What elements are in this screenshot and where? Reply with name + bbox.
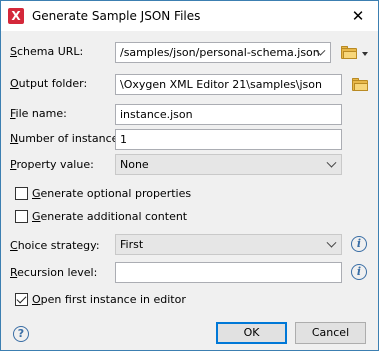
cancel-button[interactable]: Cancel <box>295 322 366 344</box>
folder-icon[interactable] <box>352 78 368 91</box>
choice-strategy-value: First <box>120 238 144 251</box>
chevron-down-icon <box>326 237 337 248</box>
generate-optional-checkbox[interactable] <box>15 187 28 200</box>
open-first-label: Open first instance in editor <box>32 293 186 306</box>
property-value-combo[interactable]: None <box>115 154 342 175</box>
close-button[interactable]: ✕ <box>349 7 367 25</box>
info-icon[interactable]: i <box>351 236 367 252</box>
recursion-level-label: Recursion level: <box>10 266 98 279</box>
generate-additional-label: Generate additional content <box>32 210 188 223</box>
choice-strategy-combo[interactable]: First <box>115 234 342 255</box>
choice-strategy-label: Choice strategy: <box>10 239 100 252</box>
caret-down-icon[interactable] <box>362 52 368 56</box>
title-bar: X Generate Sample JSON Files ✕ <box>1 1 378 31</box>
schema-url-combo[interactable]: /samples/json/personal-schema.json <box>115 42 331 63</box>
number-of-instances-input[interactable]: 1 <box>115 129 342 150</box>
dialog-content: Schema URL: /samples/json/personal-schem… <box>1 31 378 350</box>
file-name-input[interactable]: instance.json <box>115 104 342 125</box>
chevron-down-icon <box>326 157 337 168</box>
file-name-label: File name: <box>10 107 67 120</box>
info-icon[interactable]: i <box>351 264 367 280</box>
number-of-instances-label: Number of instances: <box>10 132 128 145</box>
dialog-title: Generate Sample JSON Files <box>32 9 201 23</box>
open-first-checkbox[interactable] <box>15 293 28 306</box>
generate-optional-label: Generate optional properties <box>32 187 192 200</box>
dialog-window: X Generate Sample JSON Files ✕ Schema UR… <box>0 0 379 351</box>
output-folder-label: Output folder: <box>10 77 88 90</box>
property-value-value: None <box>120 158 149 171</box>
generate-additional-checkbox[interactable] <box>15 210 28 223</box>
property-value-label: Property value: <box>10 158 94 171</box>
recursion-level-input[interactable] <box>115 262 342 283</box>
output-folder-input[interactable]: \Oxygen XML Editor 21\samples\json <box>115 74 342 95</box>
help-icon[interactable]: ? <box>13 326 29 342</box>
schema-url-value: /samples/json/personal-schema.json <box>120 46 320 59</box>
ok-button[interactable]: OK <box>216 322 287 344</box>
app-icon: X <box>8 8 24 24</box>
folder-icon[interactable] <box>341 46 357 59</box>
schema-url-label: Schema URL: <box>10 45 84 58</box>
